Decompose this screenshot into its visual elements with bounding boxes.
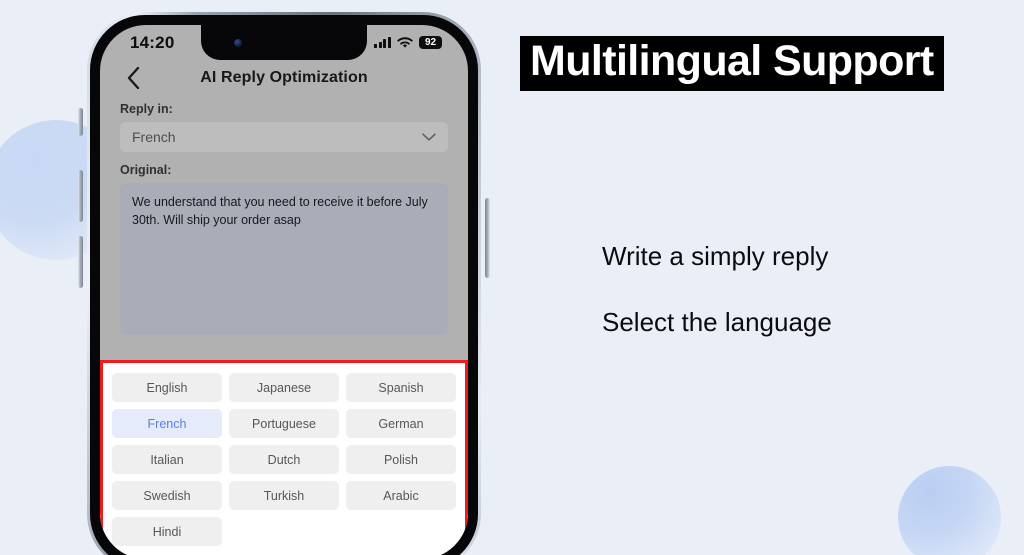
language-chip[interactable]: English: [112, 373, 222, 402]
battery-indicator: 92: [419, 36, 442, 49]
language-chip[interactable]: Arabic: [346, 481, 456, 510]
language-chip[interactable]: Japanese: [229, 373, 339, 402]
navigation-bar: AI Reply Optimization: [100, 60, 468, 96]
language-chip[interactable]: Italian: [112, 445, 222, 474]
status-bar-time: 14:20: [130, 32, 175, 52]
marketing-panel: Multilingual Support Write a simply repl…: [518, 0, 1024, 555]
bullet-text-2: Select the language: [602, 307, 832, 337]
language-chip[interactable]: Dutch: [229, 445, 339, 474]
language-chip[interactable]: Hindi: [112, 517, 222, 546]
headline-text: Multilingual Support: [530, 37, 934, 85]
page-title: AI Reply Optimization: [200, 69, 368, 86]
language-chip[interactable]: Swedish: [112, 481, 222, 510]
language-chip[interactable]: Spanish: [346, 373, 456, 402]
phone-screen: 14:20 92 AI Reply Optimization Reply in:…: [100, 25, 468, 555]
phone-bezel: 14:20 92 AI Reply Optimization Reply in:…: [90, 15, 478, 555]
phone-frame: 14:20 92 AI Reply Optimization Reply in:…: [87, 12, 481, 555]
language-chip[interactable]: Polish: [346, 445, 456, 474]
status-bar-indicators: 92: [374, 36, 442, 49]
language-select-value: French: [132, 129, 176, 145]
status-bar: 14:20 92: [100, 25, 468, 60]
bullet-text-1: Write a simply reply: [602, 241, 829, 271]
volume-down-button[interactable]: [78, 236, 83, 288]
reply-form: Reply in: French Original: We understand…: [100, 96, 468, 335]
phone-mockup: 14:20 92 AI Reply Optimization Reply in:…: [78, 12, 490, 555]
original-message-text: We understand that you need to receive i…: [120, 183, 448, 335]
language-chip[interactable]: Portuguese: [229, 409, 339, 438]
chevron-down-icon: [422, 133, 436, 141]
cellular-signal-icon: [374, 37, 391, 48]
volume-up-button[interactable]: [78, 170, 83, 222]
silent-switch-button[interactable]: [78, 108, 83, 136]
language-chip[interactable]: German: [346, 409, 456, 438]
headline-banner: Multilingual Support: [520, 36, 944, 91]
language-select-dropdown[interactable]: French: [120, 122, 448, 152]
power-button[interactable]: [485, 198, 490, 278]
language-chip[interactable]: Turkish: [229, 481, 339, 510]
language-picker-panel: English Japanese Spanish French Portuguese Ge…: [100, 360, 468, 555]
original-label: Original:: [120, 163, 172, 177]
language-chip[interactable]: French: [112, 409, 222, 438]
language-grid: English Japanese Spanish French Portuguese Ge…: [112, 373, 456, 546]
wifi-icon: [397, 36, 413, 48]
reply-in-label: Reply in:: [120, 102, 173, 116]
